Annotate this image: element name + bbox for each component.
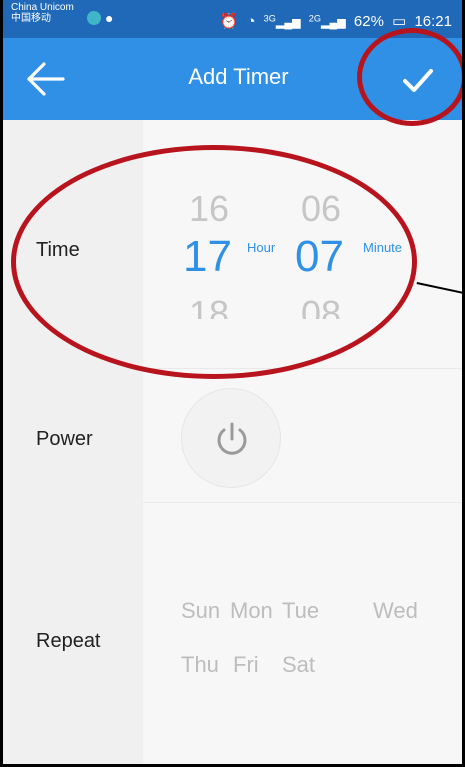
carrier-name: China Unicom (11, 2, 74, 13)
phone-screen: China Unicom 中国移动 ● ⏰ ◔ 3G▂▄▆ 2G▂▄▆ 62% … (0, 0, 465, 767)
app-notification-icon (87, 11, 101, 25)
power-icon (217, 422, 247, 455)
wechat-icon: ● (105, 10, 114, 26)
battery-level: 62% (353, 12, 384, 30)
signal-icon-2: 2G▂▄▆ (308, 13, 346, 29)
day-tue[interactable]: Tue (282, 598, 319, 624)
divider-power (143, 502, 462, 503)
repeat-label: Repeat (36, 630, 101, 652)
carrier-info: China Unicom 中国移动 (11, 2, 74, 24)
wifi-icon: ◔ (246, 12, 256, 30)
day-sat[interactable]: Sat (282, 652, 315, 678)
day-thu[interactable]: Thu (181, 652, 219, 678)
day-sun[interactable]: Sun (181, 598, 220, 624)
alarm-icon: ⏰ (219, 12, 239, 30)
carrier-name-secondary: 中国移动 (11, 13, 51, 24)
page-title-text: Add Timer (188, 64, 289, 89)
clock: 16:21 (414, 12, 452, 30)
battery-icon: ▭ (392, 12, 407, 30)
power-label: Power (36, 428, 93, 450)
annotation-ring-confirm (357, 28, 462, 126)
day-wed[interactable]: Wed (373, 598, 418, 624)
signal-icon-1: 3G▂▄▆ (263, 13, 301, 29)
day-mon[interactable]: Mon (230, 598, 273, 624)
power-button[interactable] (181, 388, 281, 488)
day-fri[interactable]: Fri (233, 652, 259, 678)
annotation-ring-time (11, 145, 417, 379)
